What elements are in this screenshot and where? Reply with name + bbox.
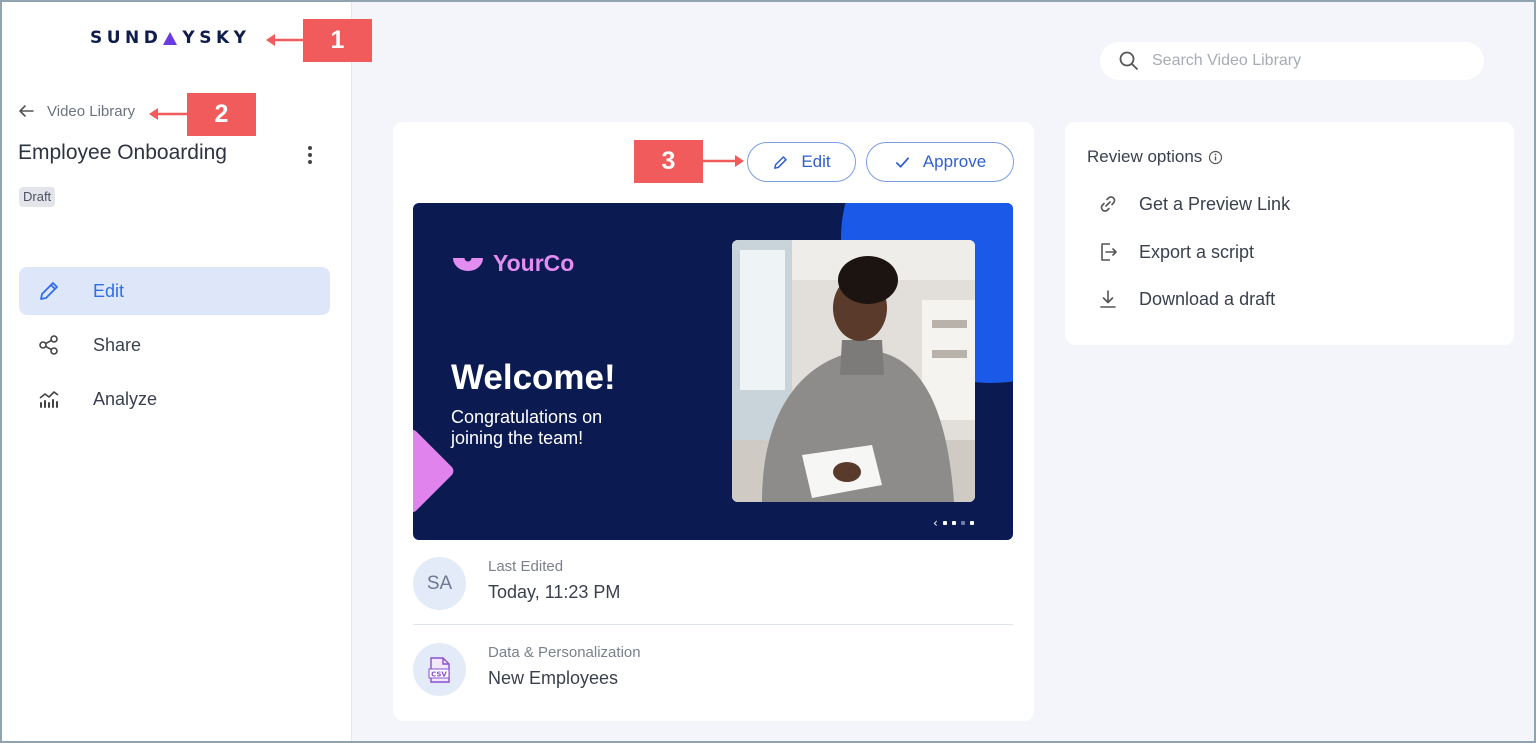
sidebar-item-label: Analyze [93, 388, 158, 409]
divider [413, 624, 1013, 625]
approve-button-label: Approve [922, 152, 987, 171]
logo-text-left: SUND [90, 28, 163, 48]
logo-triangle-icon [163, 31, 178, 45]
status-badge: Draft [19, 187, 56, 207]
video-preview[interactable]: YourCo Welcome! Congratulations on joini… [413, 203, 1013, 540]
download-draft-option[interactable]: Download a draft [1097, 288, 1275, 310]
sidebar-item-label: Share [93, 334, 142, 355]
option-label: Download a draft [1139, 288, 1276, 309]
slide-indicator[interactable]: ‹ [933, 516, 974, 530]
arrow-left-icon [19, 105, 34, 117]
callout-arrow-1 [266, 34, 304, 46]
export-script-option[interactable]: Export a script [1097, 241, 1254, 263]
chevron-left-icon[interactable]: ‹ [933, 516, 938, 530]
search-bar[interactable] [1100, 42, 1484, 80]
edit-button[interactable]: Edit [747, 142, 856, 182]
last-edited-label: Last Edited [488, 558, 564, 575]
option-label: Get a Preview Link [1139, 193, 1291, 214]
svg-text:CSV: CSV [431, 670, 447, 678]
yourco-logo-icon [453, 254, 483, 271]
download-icon [1100, 290, 1116, 308]
option-label: Export a script [1139, 241, 1255, 262]
video-card: Edit Approve YourCo Welcome! Congratulat… [393, 122, 1034, 721]
data-personalization-row[interactable]: CSV Data & Personalization New Employees [413, 640, 1013, 700]
back-to-video-library-link[interactable]: Video Library [17, 101, 135, 121]
video-title: Employee Onboarding [18, 141, 227, 164]
sidebar-item-analyze[interactable]: Analyze [19, 375, 330, 423]
sidebar-nav: Edit Share Analyze [19, 267, 330, 429]
analytics-icon [39, 391, 59, 408]
pencil-icon [40, 282, 58, 300]
info-icon[interactable] [1208, 150, 1223, 165]
decorative-pink-shape [413, 427, 456, 515]
search-input[interactable] [1152, 52, 1452, 70]
more-options-icon[interactable] [300, 143, 320, 167]
logo-text-right: YSKY [182, 28, 251, 48]
sidebar-item-label: Edit [93, 280, 125, 301]
data-personalization-value: New Employees [488, 668, 619, 688]
review-title-text: Review options [1087, 147, 1203, 166]
search-icon [1119, 51, 1138, 70]
last-edited-row: SA Last Edited Today, 11:23 PM [413, 554, 1013, 614]
employee-photo [732, 240, 975, 502]
callout-badge-1: 1 [303, 19, 372, 62]
app-window: SUND YSKY Video Library Employee Onboardi… [0, 0, 1536, 743]
export-icon [1101, 243, 1117, 261]
brand-logo: YourCo [451, 250, 574, 277]
edit-button-label: Edit [801, 152, 831, 171]
sundaysky-logo[interactable]: SUND YSKY [90, 28, 250, 48]
avatar: SA [413, 557, 466, 610]
get-preview-link-option[interactable]: Get a Preview Link [1097, 193, 1290, 215]
video-headline: Welcome! [451, 358, 616, 397]
check-icon [895, 156, 909, 168]
pencil-icon [774, 155, 788, 169]
data-personalization-label: Data & Personalization [488, 644, 641, 661]
share-icon [39, 335, 58, 355]
link-icon [1100, 196, 1116, 212]
callout-arrow-2 [149, 108, 188, 120]
callout-arrow-3 [703, 155, 744, 167]
csv-file-icon: CSV [413, 643, 466, 696]
review-options-card: Review options Get a Preview Link Export… [1065, 122, 1514, 345]
callout-badge-3: 3 [634, 140, 703, 183]
back-link-label: Video Library [47, 102, 136, 120]
sidebar-item-edit[interactable]: Edit [19, 267, 330, 315]
video-subtext: Congratulations on joining the team! [451, 407, 603, 448]
sidebar-item-share[interactable]: Share [19, 321, 330, 369]
callout-badge-2: 2 [187, 93, 256, 136]
brand-name: YourCo [493, 250, 575, 276]
review-options-title: Review options [1087, 147, 1223, 167]
approve-button[interactable]: Approve [866, 142, 1014, 182]
last-edited-value: Today, 11:23 PM [488, 582, 621, 602]
